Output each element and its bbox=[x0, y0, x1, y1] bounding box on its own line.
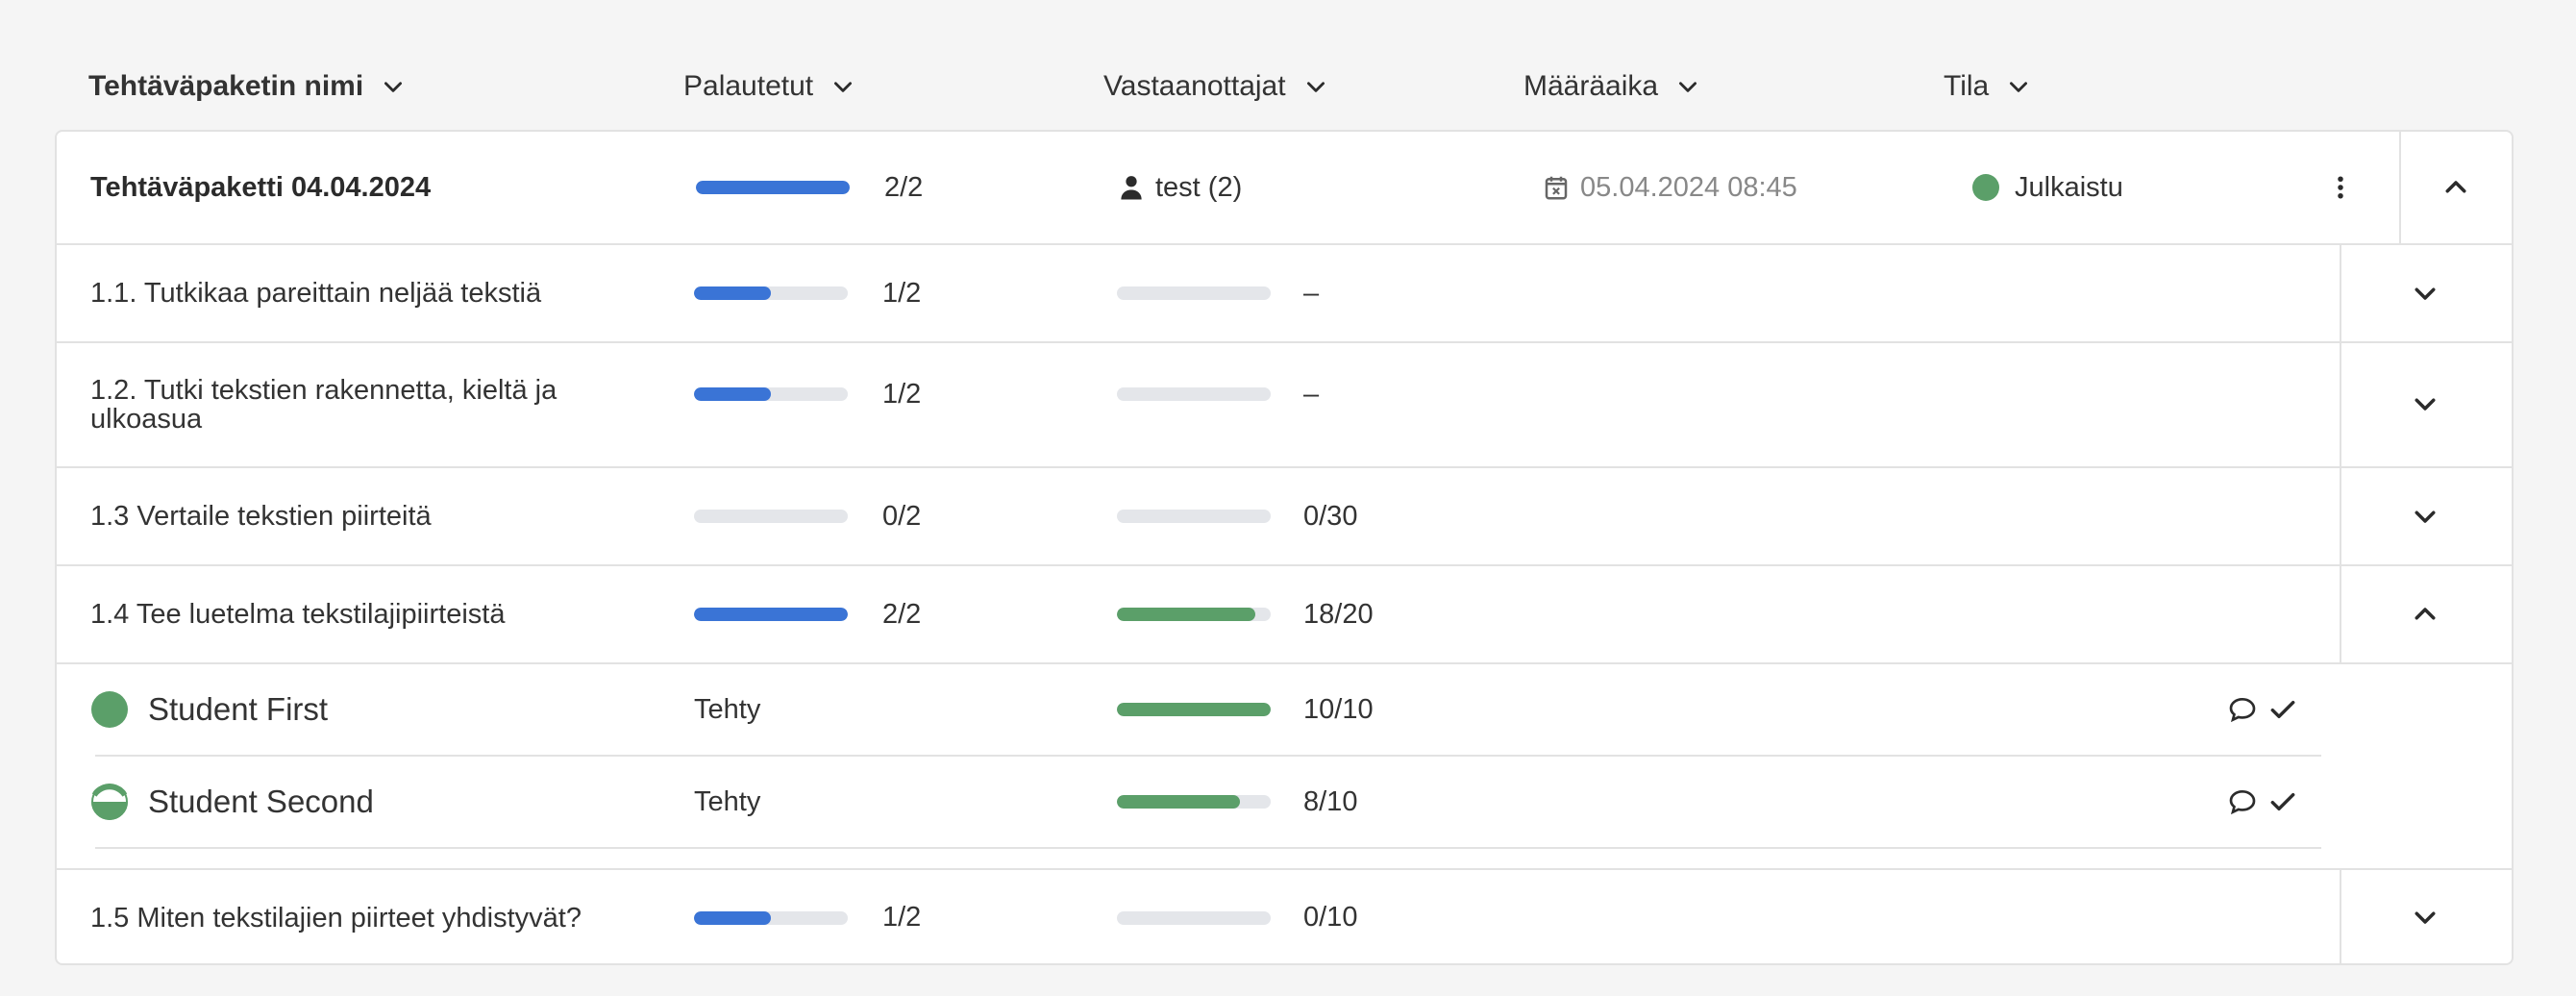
task-name: 1.3 Vertaile tekstien piirteitä bbox=[90, 501, 432, 532]
column-title-status: Tila bbox=[1944, 70, 1990, 102]
task-row[interactable]: 1.5 Miten tekstilajien piirteet yhdistyv… bbox=[57, 870, 2512, 963]
deadline-text: 05.04.2024 08:45 bbox=[1580, 171, 1797, 203]
task-row[interactable]: 1.1. Tutkikaa pareittain neljää tekstiä … bbox=[57, 245, 2512, 343]
chevron-down-icon[interactable] bbox=[2409, 277, 2441, 310]
score-text: 0/10 bbox=[1303, 902, 1358, 933]
progress-fill bbox=[1117, 608, 1255, 621]
score-progress-bar bbox=[1117, 795, 1271, 809]
score-text: 18/20 bbox=[1303, 598, 1374, 630]
returned-progress-bar bbox=[694, 608, 848, 621]
sort-by-deadline[interactable]: Määräaika bbox=[1523, 63, 1700, 110]
returned-progress-bar bbox=[696, 181, 850, 194]
package-card: Tehtäväpaketti 04.04.2024 2/2 test (2) 0… bbox=[55, 130, 2514, 965]
sort-by-status[interactable]: Tila bbox=[1944, 63, 2031, 110]
column-divider bbox=[2340, 566, 2341, 662]
published-status-dot bbox=[1972, 174, 1999, 201]
recipients-text: test (2) bbox=[1155, 171, 1243, 203]
student-row[interactable]: Student Second Tehty 8/10 bbox=[91, 757, 2321, 849]
returned-progress-bar bbox=[694, 910, 848, 925]
kebab-menu-icon[interactable] bbox=[2324, 171, 2357, 204]
returned-count: 2/2 bbox=[884, 171, 924, 203]
task-name: 1.4 Tee luetelma tekstilajipiirteistä bbox=[90, 599, 506, 630]
column-divider bbox=[2340, 870, 2341, 963]
column-divider bbox=[2340, 343, 2341, 466]
task-name: 1.2. Tutki tekstien rakennetta, kieltä j… bbox=[90, 375, 557, 435]
sort-by-returned[interactable]: Palautetut bbox=[683, 63, 855, 110]
task-row[interactable]: 1.4 Tee luetelma tekstilajipiirteistä 2/… bbox=[57, 566, 2512, 664]
score-text: – bbox=[1303, 378, 1320, 410]
progress-fill bbox=[1117, 703, 1271, 716]
progress-fill bbox=[694, 910, 771, 925]
user-icon bbox=[1117, 173, 1146, 202]
student-list: Student First Tehty 10/10 Student Second bbox=[57, 664, 2512, 870]
chevron-up-icon[interactable] bbox=[2440, 171, 2472, 204]
column-title-name: Tehtäväpaketin nimi bbox=[88, 70, 364, 102]
chevron-down-icon bbox=[1675, 74, 1700, 99]
chevron-down-icon bbox=[830, 74, 855, 99]
column-divider bbox=[2399, 132, 2401, 243]
score-progress-bar bbox=[1117, 608, 1271, 621]
check-icon[interactable] bbox=[2267, 694, 2298, 725]
column-divider bbox=[2340, 468, 2341, 564]
chevron-down-icon bbox=[381, 74, 406, 99]
score-progress-bar bbox=[1117, 510, 1271, 523]
student-status: Tehty bbox=[694, 693, 761, 725]
student-row[interactable]: Student First Tehty 10/10 bbox=[91, 664, 2321, 757]
score-text: 8/10 bbox=[1303, 785, 1358, 817]
status-text: Julkaistu bbox=[2015, 171, 2123, 203]
student-name: Student Second bbox=[148, 784, 374, 819]
chevron-down-icon[interactable] bbox=[2409, 387, 2441, 420]
package-name: Tehtäväpaketti 04.04.2024 bbox=[90, 171, 432, 203]
progress-fill bbox=[696, 181, 850, 194]
comment-icon[interactable] bbox=[2227, 786, 2258, 817]
task-row[interactable]: 1.2. Tutki tekstien rakennetta, kieltä j… bbox=[57, 343, 2512, 468]
progress-fill bbox=[694, 286, 771, 300]
score-progress-bar bbox=[1117, 286, 1271, 300]
score-text: 10/10 bbox=[1303, 693, 1374, 725]
student-name: Student First bbox=[148, 691, 329, 727]
submission-status-full-icon bbox=[90, 690, 129, 729]
score-progress-bar bbox=[1117, 910, 1271, 925]
returned-count: 1/2 bbox=[882, 902, 922, 933]
chevron-down-icon bbox=[1303, 74, 1328, 99]
returned-progress-bar bbox=[694, 387, 848, 401]
returned-count: 0/2 bbox=[882, 500, 922, 532]
sort-by-recipients[interactable]: Vastaanottajat bbox=[1103, 63, 1328, 110]
returned-progress-bar bbox=[694, 286, 848, 300]
column-title-deadline: Määräaika bbox=[1523, 70, 1659, 102]
task-row[interactable]: 1.3 Vertaile tekstien piirteitä 0/2 0/30 bbox=[57, 468, 2512, 566]
chevron-up-icon[interactable] bbox=[2409, 598, 2441, 631]
column-title-returned: Palautetut bbox=[683, 70, 814, 102]
package-row[interactable]: Tehtäväpaketti 04.04.2024 2/2 test (2) 0… bbox=[57, 132, 2512, 245]
score-text: 0/30 bbox=[1303, 500, 1358, 532]
table-header: Tehtäväpaketin nimi Palautetut Vastaanot… bbox=[0, 0, 2576, 130]
returned-progress-bar bbox=[694, 510, 848, 523]
score-progress-bar bbox=[1117, 387, 1271, 401]
check-icon[interactable] bbox=[2267, 786, 2298, 817]
score-progress-bar bbox=[1117, 703, 1271, 716]
chevron-down-icon bbox=[2006, 74, 2031, 99]
returned-count: 1/2 bbox=[882, 378, 922, 410]
comment-icon[interactable] bbox=[2227, 694, 2258, 725]
progress-fill bbox=[694, 387, 771, 401]
returned-count: 2/2 bbox=[882, 598, 922, 630]
progress-fill bbox=[1117, 795, 1240, 809]
sort-by-name[interactable]: Tehtäväpaketin nimi bbox=[88, 63, 406, 110]
calendar-icon bbox=[1542, 173, 1571, 202]
column-divider bbox=[2340, 245, 2341, 341]
chevron-down-icon[interactable] bbox=[2409, 901, 2441, 934]
score-text: – bbox=[1303, 277, 1320, 309]
chevron-down-icon[interactable] bbox=[2409, 500, 2441, 533]
returned-count: 1/2 bbox=[882, 277, 922, 309]
submission-status-half-icon bbox=[90, 783, 129, 821]
column-title-recipients: Vastaanottajat bbox=[1103, 70, 1286, 102]
progress-fill bbox=[694, 608, 848, 621]
student-status: Tehty bbox=[694, 785, 761, 817]
task-name: 1.1. Tutkikaa pareittain neljää tekstiä bbox=[90, 278, 542, 309]
task-name: 1.5 Miten tekstilajien piirteet yhdistyv… bbox=[90, 902, 582, 934]
